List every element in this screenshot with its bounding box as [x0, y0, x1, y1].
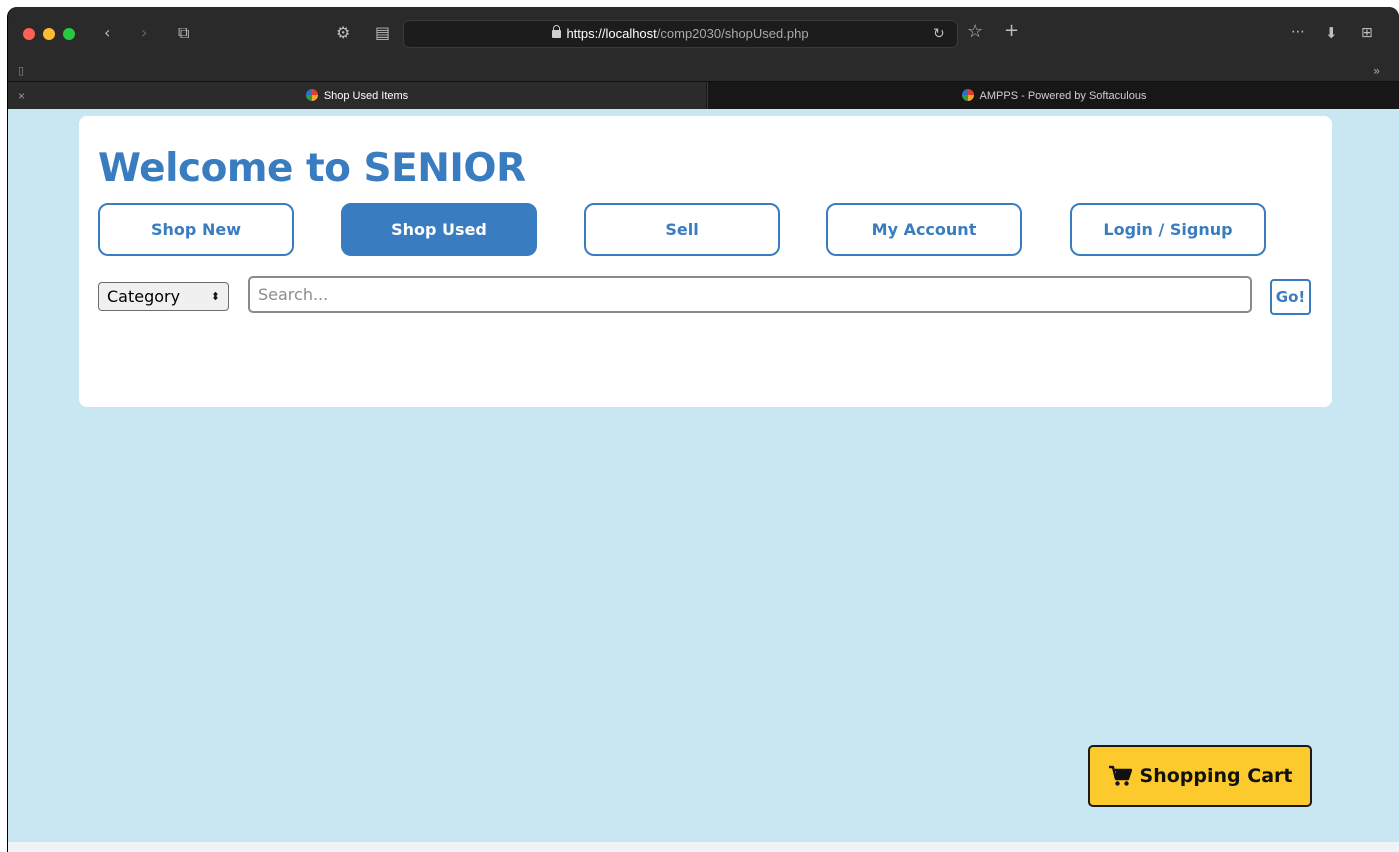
extensions-icon[interactable]: ⚙ — [336, 25, 350, 41]
lock-icon — [552, 25, 562, 38]
shopping-cart-label: Shopping Cart — [1139, 765, 1293, 787]
shopping-cart-icon — [1108, 765, 1132, 786]
page-title: Welcome to SENIOR — [98, 146, 526, 191]
tab-strip: × Shop Used Items AMPPS - Powered by Sof… — [8, 81, 1399, 110]
category-selected-value: Category — [107, 287, 181, 306]
select-arrows-icon: ⬍ — [210, 290, 220, 303]
browser-window: ‹ › ⧉ ⚙ ▤ https://localhost/comp2030/sho… — [7, 7, 1399, 852]
more-icon[interactable]: ⋯ — [1291, 24, 1305, 40]
tab-shop-used-items[interactable]: × Shop Used Items — [8, 82, 706, 110]
reload-icon[interactable]: ↻ — [933, 26, 945, 42]
search-input[interactable] — [248, 276, 1252, 313]
page-viewport: Welcome to SENIOR Shop New Shop Used Sel… — [8, 109, 1399, 842]
back-icon[interactable]: ‹ — [104, 25, 110, 41]
forward-icon[interactable]: › — [141, 25, 147, 41]
favicon-icon — [305, 89, 318, 101]
page-bottom-strip — [8, 842, 1399, 852]
shop-used-button[interactable]: Shop Used — [341, 203, 537, 256]
login-signup-button[interactable]: Login / Signup — [1070, 203, 1266, 256]
reader-icon[interactable]: ▤ — [375, 25, 390, 41]
tab-label: AMPPS - Powered by Softaculous — [979, 90, 1147, 102]
url-host: localhost — [605, 26, 657, 41]
downloads-icon[interactable]: ⬇ — [1325, 25, 1338, 41]
address-bar[interactable]: https://localhost/comp2030/shopUsed.php — [403, 20, 958, 48]
close-tab-icon[interactable]: × — [18, 82, 25, 110]
shop-new-button[interactable]: Shop New — [98, 203, 294, 256]
close-window-button[interactable] — [23, 28, 35, 40]
shopping-cart-button[interactable]: Shopping Cart — [1088, 745, 1312, 807]
category-select[interactable]: Category ⬍ — [98, 282, 229, 311]
tab-label: Shop Used Items — [323, 90, 409, 102]
my-account-button[interactable]: My Account — [826, 203, 1022, 256]
go-button[interactable]: Go! — [1270, 279, 1311, 315]
browser-toolbar: ‹ › ⧉ ⚙ ▤ https://localhost/comp2030/sho… — [8, 7, 1399, 59]
bookmarks-bar: ▯ » — [8, 59, 1399, 81]
star-icon[interactable]: ☆ — [967, 23, 983, 41]
favicon-icon — [961, 89, 974, 101]
tab-ampps[interactable]: AMPPS - Powered by Softaculous — [707, 82, 1399, 110]
apps-grid-icon[interactable]: ⊞ — [1361, 25, 1373, 41]
maximize-window-button[interactable] — [63, 28, 75, 40]
url-path: /comp2030/shopUsed.php — [656, 26, 809, 41]
tab-overview-icon[interactable]: ⧉ — [178, 25, 189, 41]
chevrons-right-icon[interactable]: » — [1373, 63, 1380, 79]
url-prefix: https:// — [566, 26, 606, 41]
header-card: Welcome to SENIOR Shop New Shop Used Sel… — [79, 116, 1332, 407]
minimize-window-button[interactable] — [43, 28, 55, 40]
sell-button[interactable]: Sell — [584, 203, 780, 256]
new-tab-icon[interactable]: + — [1004, 22, 1019, 40]
bookmark-icon[interactable]: ▯ — [18, 63, 24, 79]
